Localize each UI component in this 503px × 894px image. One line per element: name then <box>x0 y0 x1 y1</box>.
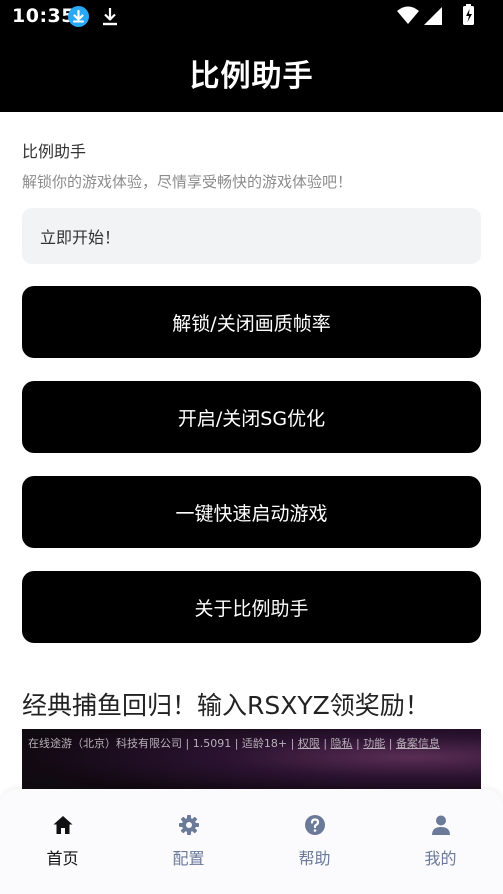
banner-link-permissions[interactable]: 权限 <box>298 737 320 750</box>
download-badge-icon <box>68 6 89 27</box>
button-label: 解锁/关闭画质帧率 <box>172 312 331 335</box>
promo-title: 经典捕鱼回归！输入RSXYZ领奖励！ <box>22 691 430 720</box>
signal-icon <box>424 7 442 25</box>
button-label: 关于比例助手 <box>194 597 309 620</box>
quick-launch-game-button[interactable]: 一键快速启动游戏 <box>22 476 481 548</box>
status-bar: 10:35 <box>0 0 503 33</box>
toggle-quality-framerate-button[interactable]: 解锁/关闭画质帧率 <box>22 286 481 358</box>
intro-tagline: 解锁你的游戏体验，尽情享受畅快的游戏体验吧！ <box>22 173 353 191</box>
tab-help[interactable]: 帮助 <box>252 813 377 873</box>
tab-config[interactable]: 配置 <box>126 813 251 873</box>
start-now-box[interactable]: 立即开始！ <box>22 208 481 264</box>
intro-subtitle: 比例助手 <box>22 142 87 161</box>
tab-profile[interactable]: 我的 <box>378 813 503 873</box>
banner-link-filing[interactable]: 备案信息 <box>396 737 440 750</box>
status-time: 10:35 <box>12 5 75 27</box>
banner-link-privacy[interactable]: 隐私 <box>331 737 353 750</box>
about-button[interactable]: 关于比例助手 <box>22 571 481 643</box>
tab-label: 帮助 <box>298 849 331 868</box>
start-now-label: 立即开始！ <box>40 228 121 247</box>
status-indicators <box>393 0 503 33</box>
banner-info: 在线途游（北京）科技有限公司 | 1.5091 | 适龄18+ | 权限 | 隐… <box>28 737 440 750</box>
tab-label: 配置 <box>172 849 205 868</box>
help-icon <box>304 815 325 835</box>
button-label: 一键快速启动游戏 <box>175 502 328 525</box>
app-header: 比例助手 <box>0 33 503 112</box>
banner-version: 1.5091 <box>192 737 232 750</box>
tab-label: 我的 <box>424 849 457 868</box>
tab-label: 首页 <box>46 849 79 868</box>
wifi-icon <box>397 4 474 25</box>
banner-age-rating: 适龄18+ <box>241 737 288 750</box>
banner-company: 在线途游（北京）科技有限公司 <box>28 737 182 750</box>
page-title: 比例助手 <box>189 58 314 94</box>
gear-icon <box>178 815 199 835</box>
download-icon <box>101 7 119 27</box>
button-label: 开启/关闭SG优化 <box>177 407 326 430</box>
toggle-sg-optimization-button[interactable]: 开启/关闭SG优化 <box>22 381 481 453</box>
user-icon <box>431 815 450 835</box>
bottom-tab-bar: 首页 配置 帮助 我的 <box>0 789 503 894</box>
tab-home[interactable]: 首页 <box>0 813 125 873</box>
home-icon <box>53 816 72 834</box>
banner-link-features[interactable]: 功能 <box>363 737 385 750</box>
